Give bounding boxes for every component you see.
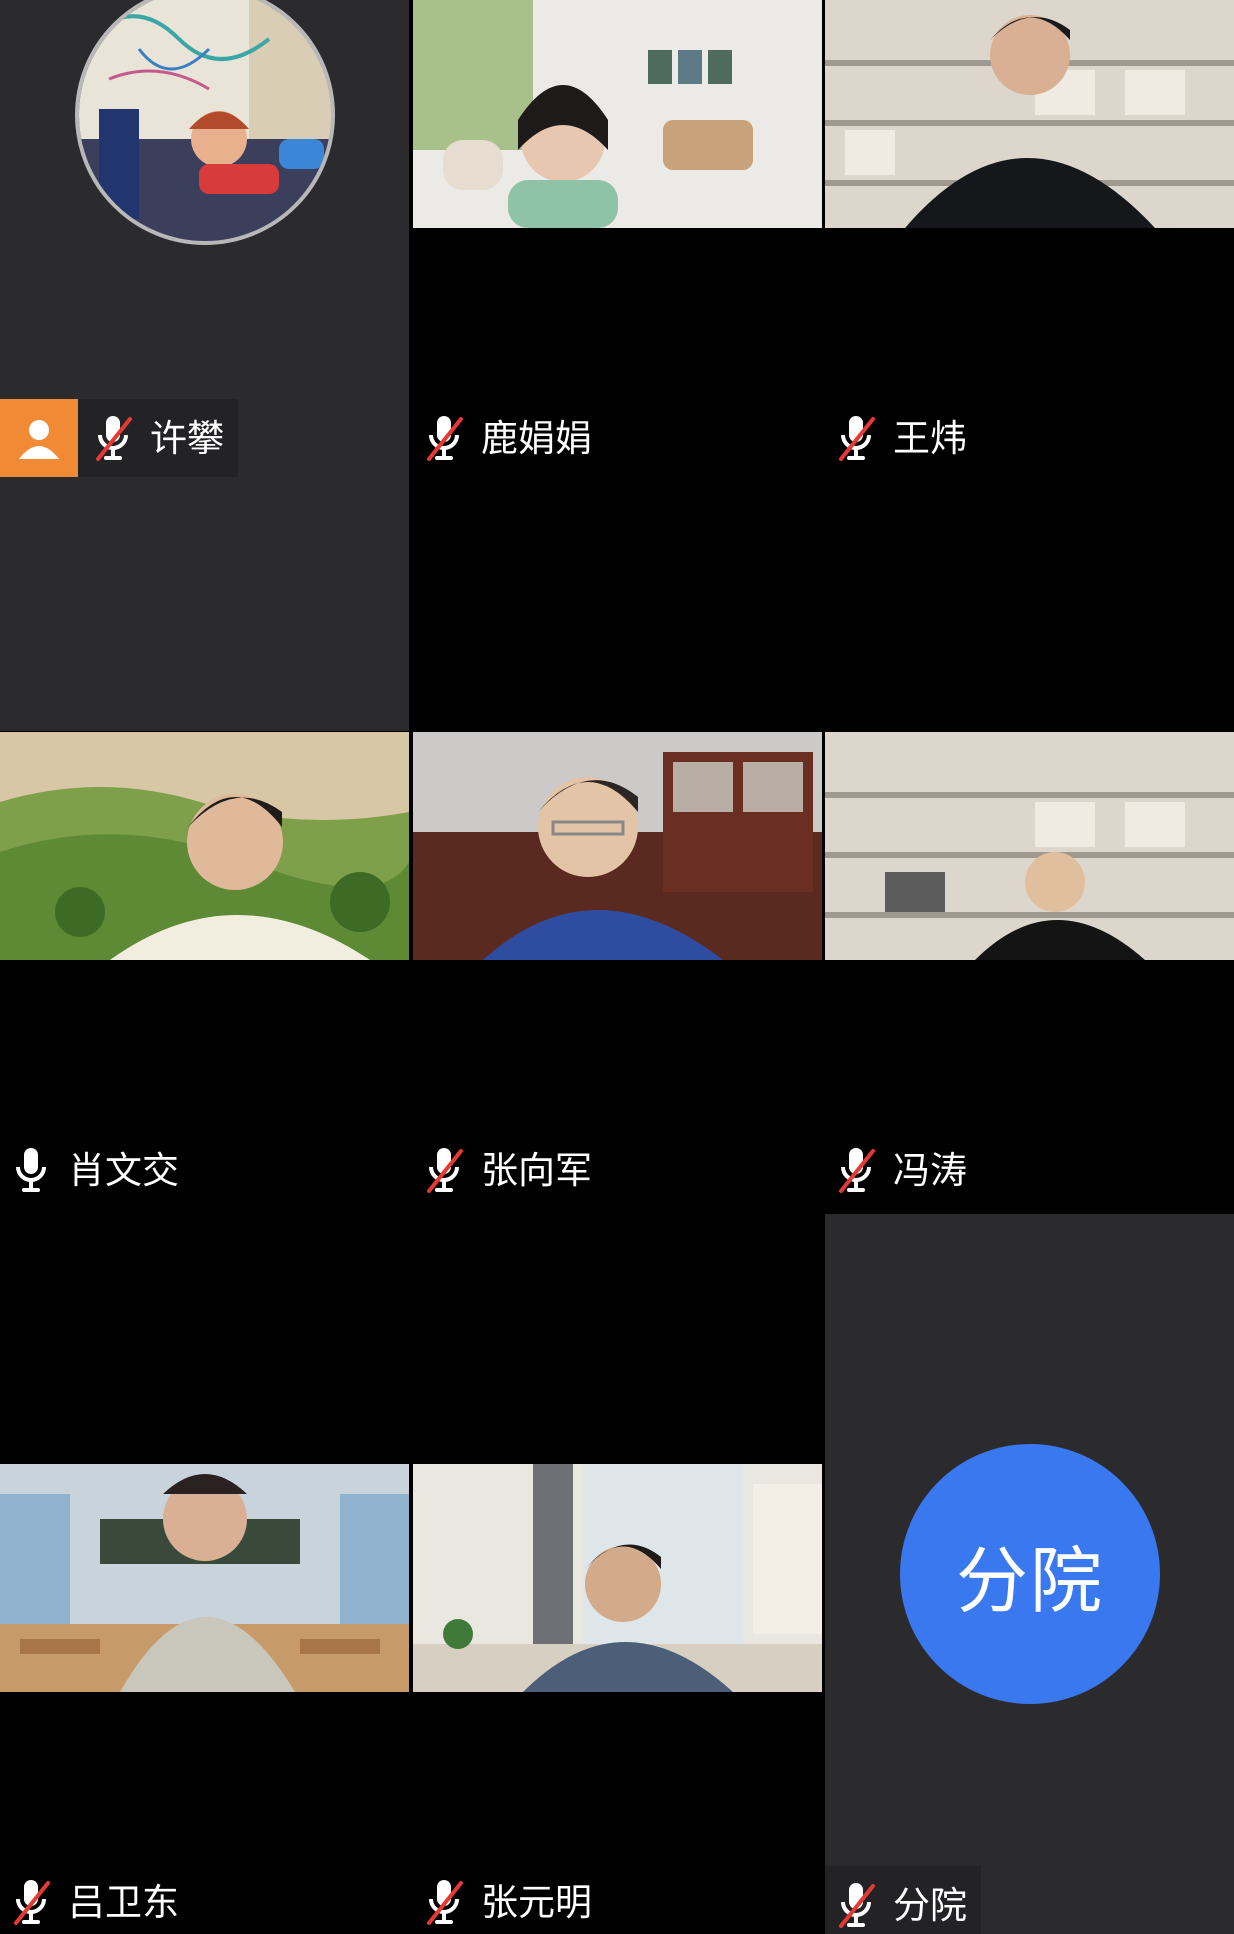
participant-label: 张元明	[413, 1863, 606, 1934]
participant-name: 张元明	[481, 1880, 592, 1924]
participant-name: 肖文交	[68, 1148, 179, 1192]
participant-video	[413, 0, 822, 228]
participant-name: 吕卫东	[68, 1880, 179, 1924]
participant-video	[825, 732, 1234, 960]
participant-label: 张向军	[413, 1131, 606, 1209]
participant-name: 王炜	[893, 416, 967, 460]
mic-muted-icon	[835, 413, 879, 463]
participant-name: 鹿娟娟	[481, 416, 592, 460]
participant-video	[413, 1464, 822, 1692]
participant-label: 吕卫东	[0, 1863, 193, 1934]
participant-video	[0, 1464, 409, 1692]
participant-tile[interactable]: 王炜	[825, 0, 1234, 731]
mic-muted-icon	[423, 413, 467, 463]
text-avatar: 分院	[900, 1444, 1160, 1704]
avatar-text: 分院	[955, 1538, 1104, 1623]
participant-tile[interactable]: 肖文交	[0, 732, 409, 1463]
participant-video	[0, 732, 409, 960]
participant-label: 许攀	[0, 399, 238, 477]
participant-video	[825, 0, 1234, 228]
avatar-image	[75, 0, 335, 245]
participant-name: 分院	[893, 1883, 967, 1927]
participant-tile[interactable]: 许攀	[0, 0, 409, 731]
participant-label: 鹿娟娟	[413, 399, 606, 477]
mic-muted-icon	[835, 1880, 879, 1930]
participant-tile[interactable]: 鹿娟娟	[413, 0, 822, 731]
participant-name: 张向军	[481, 1148, 592, 1192]
participant-name: 许攀	[150, 416, 224, 460]
mic-muted-icon	[835, 1145, 879, 1195]
participant-label: 肖文交	[0, 1131, 193, 1209]
participant-tile[interactable]: 张向军	[413, 732, 822, 1463]
mic-muted-icon	[423, 1877, 467, 1927]
mic-muted-icon	[10, 1877, 54, 1927]
participant-tile[interactable]: 张元明	[413, 1464, 822, 1934]
participant-name: 冯涛	[893, 1148, 967, 1192]
participant-label: 王炜	[825, 399, 981, 477]
participant-label: 冯涛	[825, 1131, 981, 1209]
participant-tile[interactable]: 吕卫东	[0, 1464, 409, 1934]
person-icon	[0, 399, 78, 477]
mic-muted-icon	[423, 1145, 467, 1195]
participant-label: 分院	[825, 1866, 981, 1934]
mic-muted-icon	[92, 413, 136, 463]
participant-video	[413, 732, 822, 960]
participant-tile[interactable]: 分院 分院	[825, 1214, 1234, 1934]
mic-on-icon	[10, 1145, 54, 1195]
